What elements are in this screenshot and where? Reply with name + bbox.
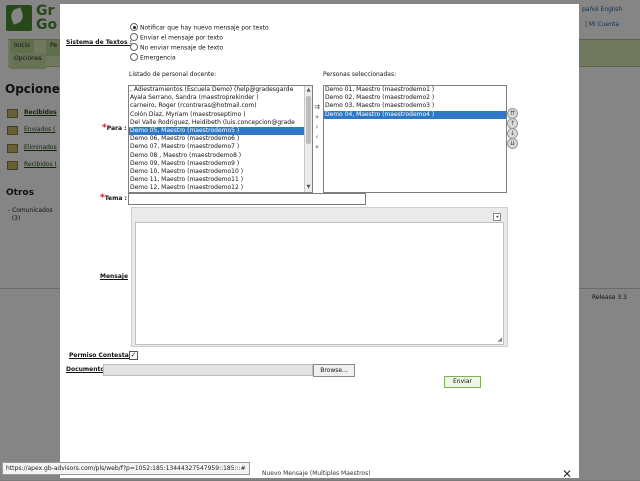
browse-button[interactable]: Browse...: [313, 364, 355, 377]
staff-list-label: Listado de personal docente:: [129, 71, 217, 78]
documento-label: Documento: [66, 366, 105, 373]
permiso-label: Permiso Contestar: [69, 352, 132, 359]
list-item[interactable]: Demo 08 , Maestro (maestrodemo8 ): [129, 152, 312, 160]
close-icon[interactable]: ✕: [562, 467, 572, 481]
move-left-icon[interactable]: ‹: [312, 133, 322, 141]
scroll-down-icon[interactable]: ▼: [305, 184, 312, 191]
check-icon: ✓: [130, 351, 137, 359]
selected-people-listbox[interactable]: Demo 01, Maestro (maestrodemo1 ) Demo 02,…: [323, 85, 507, 193]
list-item[interactable]: Demo 12, Maestro (maestrodemo12 ): [129, 184, 312, 192]
list-item[interactable]: Demo 07, Maestro (maestrodemo7 ): [129, 143, 312, 151]
scroll-up-icon[interactable]: ▲: [305, 87, 312, 94]
list-item[interactable]: Demo 05, Maestro (maestrodemo5 ): [129, 126, 312, 136]
collapse-toolbar-icon[interactable]: ◂: [493, 213, 501, 221]
staff-list-scrollbar[interactable]: ▲ ▼: [304, 86, 312, 192]
resize-grip-icon[interactable]: ◢: [497, 336, 502, 343]
message-editor: ◂ ◢: [131, 207, 508, 347]
document-file-input[interactable]: [103, 364, 313, 376]
move-all-left-icon[interactable]: «: [312, 143, 322, 151]
list-item[interactable]: Demo 02, Maestro (maestrodemo2 ): [324, 94, 506, 102]
scroll-thumb[interactable]: [306, 96, 311, 144]
mensaje-label: Mensaje: [100, 273, 129, 280]
send-button[interactable]: Enviar: [444, 376, 481, 388]
list-item[interactable]: Demo 11, Maestro (maestrodemo11 ): [129, 176, 312, 184]
sms-option-label: Enviar el mensaje por texto: [140, 34, 223, 42]
move-right-double-icon[interactable]: »: [312, 113, 322, 121]
para-label: *Para :: [102, 123, 127, 133]
staff-listbox[interactable]: , Adiestramientos (Escuela Demo) (help@g…: [128, 85, 313, 193]
list-item[interactable]: , Adiestramientos (Escuela Demo) (help@g…: [129, 86, 312, 94]
sms-option[interactable]: Emergencia: [130, 53, 176, 63]
move-all-right-icon[interactable]: ⇉: [312, 103, 322, 111]
list-item[interactable]: Del Valle Rodriguez, Heidibeth (luis.con…: [129, 119, 312, 127]
dialog-title: Nuevo Mensaje (Multiples Maestros): [262, 470, 371, 477]
sms-option[interactable]: Enviar el mensaje por texto: [130, 33, 223, 43]
status-bar-url: https://apex.gb-advisors.com/pls/web/f?p…: [2, 462, 250, 475]
radio-button[interactable]: [130, 43, 138, 51]
permiso-checkbox[interactable]: ✓: [129, 351, 138, 360]
list-item[interactable]: Demo 10, Maestro (maestrodemo10 ): [129, 168, 312, 176]
list-item[interactable]: Ayala Serrano, Sandra (maestroprekinder …: [129, 94, 312, 102]
selected-items: Demo 01, Maestro (maestrodemo1 ) Demo 02,…: [324, 86, 506, 119]
move-bottom-icon[interactable]: ⇊: [507, 138, 518, 149]
sms-option-label: Notificar que hay nuevo mensaje por text…: [140, 24, 269, 32]
sms-option-label: Emergencia: [140, 54, 176, 62]
list-item[interactable]: Demo 09, Maestro (maestrodemo9 ): [129, 160, 312, 168]
para-label-text: Para :: [106, 125, 127, 132]
sms-system-label: Sistema de Textos :: [66, 39, 133, 46]
radio-button[interactable]: [130, 33, 138, 41]
tema-input[interactable]: [128, 193, 366, 205]
staff-items: , Adiestramientos (Escuela Demo) (help@g…: [129, 86, 312, 192]
list-item[interactable]: carneiro, Roger (rcontreras@hotmail.com): [129, 102, 312, 110]
tema-label-text: Tema :: [104, 195, 127, 202]
radio-button[interactable]: [130, 53, 138, 61]
list-item[interactable]: Demo 06, Maestro (maestrodemo6 ): [129, 135, 312, 143]
move-right-icon[interactable]: ›: [312, 123, 322, 131]
sms-option[interactable]: No enviar mensaje de texto: [130, 43, 224, 53]
sms-option-label: No enviar mensaje de texto: [140, 44, 224, 52]
message-textarea[interactable]: [135, 222, 504, 345]
list-item[interactable]: Colón Díaz, Myriam (maestroseptimo ): [129, 111, 312, 119]
selected-list-label: Personas seleccionadas:: [323, 71, 397, 78]
list-item[interactable]: Demo 03, Maestro (maestrodemo3 ): [324, 102, 506, 110]
radio-button[interactable]: [130, 23, 138, 31]
tema-label: *Tema :: [100, 193, 127, 203]
list-item[interactable]: Demo 01, Maestro (maestrodemo1 ): [324, 86, 506, 94]
list-item[interactable]: Demo 04, Maestro (maestrodemo4 ): [324, 110, 506, 119]
sms-option[interactable]: Notificar que hay nuevo mensaje por text…: [130, 23, 269, 33]
